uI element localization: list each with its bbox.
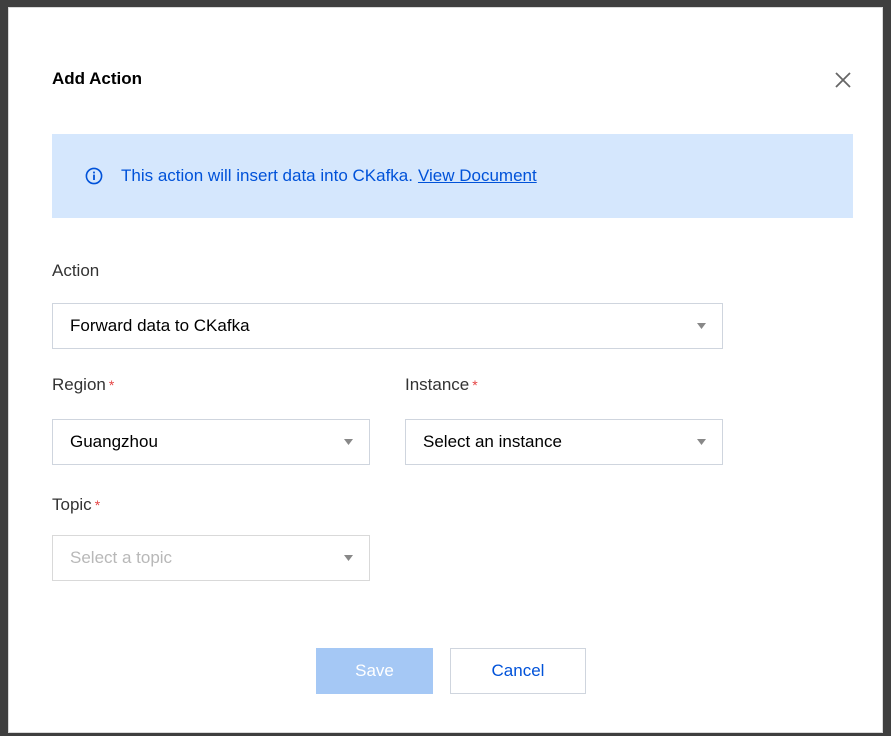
- required-mark: *: [94, 497, 101, 513]
- topic-label-text: Topic: [52, 495, 92, 514]
- info-banner: This action will insert data into CKafka…: [52, 134, 853, 218]
- topic-select[interactable]: Select a topic: [52, 535, 370, 581]
- instance-label-text: Instance: [405, 375, 470, 394]
- region-select-value: Guangzhou: [70, 432, 158, 451]
- region-label-text: Region: [52, 375, 106, 394]
- action-select[interactable]: Forward data to CKafka: [52, 303, 723, 349]
- info-text: This action will insert data into CKafka…: [121, 166, 537, 186]
- chevron-down-icon: [344, 439, 353, 445]
- info-icon: [85, 167, 103, 185]
- required-mark: *: [108, 377, 115, 393]
- region-label: Region *: [52, 375, 114, 395]
- instance-select-value: Select an instance: [423, 432, 562, 451]
- chevron-down-icon: [697, 323, 706, 329]
- dialog-title: Add Action: [52, 69, 143, 88]
- action-label: Action: [52, 261, 99, 281]
- instance-select[interactable]: Select an instance: [405, 419, 723, 465]
- info-message: This action will insert data into CKafka…: [121, 166, 413, 185]
- region-select[interactable]: Guangzhou: [52, 419, 370, 465]
- chevron-down-icon: [697, 439, 706, 445]
- instance-label: Instance *: [405, 375, 478, 395]
- action-select-value: Forward data to CKafka: [70, 316, 250, 335]
- topic-label: Topic *: [52, 495, 100, 515]
- required-mark: *: [472, 377, 478, 393]
- cancel-button[interactable]: Cancel: [450, 648, 586, 694]
- add-action-dialog: Add Action This action will insert data …: [8, 7, 883, 733]
- save-button[interactable]: Save: [316, 648, 433, 694]
- chevron-down-icon: [344, 555, 353, 561]
- close-icon[interactable]: [833, 70, 853, 90]
- action-label-text: Action: [52, 261, 100, 280]
- topic-select-placeholder: Select a topic: [70, 548, 173, 567]
- view-document-link[interactable]: View Document: [418, 166, 537, 185]
